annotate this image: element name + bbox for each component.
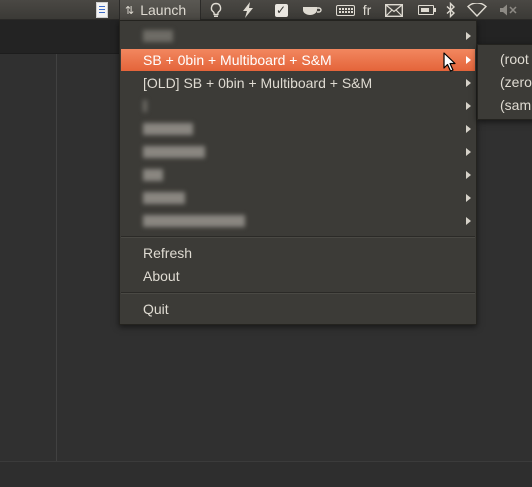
menu-item-redacted[interactable] — [121, 25, 475, 47]
submenu-item[interactable]: (root — [478, 48, 529, 70]
language-indicator[interactable]: fr — [357, 0, 377, 20]
status-strip — [0, 462, 532, 487]
lightning-icon[interactable] — [238, 0, 258, 20]
submenu-arrow-icon — [466, 148, 471, 156]
menu-item-sb-0bin-multiboard[interactable]: SB + 0bin + Multiboard + S&M — [121, 49, 475, 71]
menu-item-label: About — [143, 268, 180, 284]
submenu: (root (zero (sam — [477, 44, 532, 120]
volume-muted-icon[interactable] — [497, 0, 521, 20]
top-panel: ⇅ Launch ✓ fr — [0, 0, 532, 20]
bluetooth-icon[interactable] — [443, 0, 459, 20]
menu-separator — [121, 236, 475, 238]
menu-separator — [121, 292, 475, 294]
editor-gutter-divider — [56, 54, 57, 487]
submenu-arrow-icon — [466, 171, 471, 179]
menu-item-label: [OLD] SB + 0bin + Multiboard + S&M — [143, 75, 373, 91]
menu-item-redacted[interactable] — [121, 95, 475, 117]
desktop: ⇅ Launch ✓ fr SB + 0bin + Multiboard + S… — [0, 0, 532, 487]
wifi-icon[interactable] — [466, 0, 488, 20]
launch-menu: SB + 0bin + Multiboard + S&M [OLD] SB + … — [119, 20, 477, 325]
launch-label: Launch — [140, 2, 187, 18]
submenu-arrow-icon — [466, 217, 471, 225]
menu-item-label: Quit — [143, 301, 169, 317]
submenu-arrow-icon — [466, 125, 471, 133]
submenu-item[interactable]: (sam — [478, 94, 531, 116]
mouse-cursor-icon — [443, 52, 457, 72]
menu-item-redacted[interactable] — [121, 118, 475, 140]
keyboard-icon[interactable] — [333, 0, 357, 20]
submenu-arrow-icon — [466, 79, 471, 87]
menu-item-redacted[interactable] — [121, 164, 475, 186]
menu-item-about[interactable]: About — [121, 265, 475, 287]
menu-item-redacted[interactable] — [121, 187, 475, 209]
submenu-arrow-icon — [466, 32, 471, 40]
launch-icon: ⇅ — [125, 3, 134, 17]
submenu-arrow-icon — [466, 194, 471, 202]
battery-icon[interactable] — [415, 0, 437, 20]
submenu-arrow-icon — [466, 102, 471, 110]
lightbulb-icon[interactable] — [205, 0, 227, 20]
document-icon[interactable] — [93, 0, 111, 20]
submenu-arrow-icon — [466, 56, 471, 64]
menu-item-label: SB + 0bin + Multiboard + S&M — [143, 52, 332, 68]
menu-item-redacted[interactable] — [121, 210, 475, 232]
menu-item-quit[interactable]: Quit — [121, 298, 475, 320]
menu-item-label: Refresh — [143, 245, 193, 261]
launch-indicator[interactable]: ⇅ Launch — [119, 0, 201, 20]
menu-item-refresh[interactable]: Refresh — [121, 242, 475, 264]
menu-item-redacted[interactable] — [121, 141, 475, 163]
coffee-cup-icon[interactable] — [300, 0, 324, 20]
menu-item-old-sb-0bin-multiboard[interactable]: [OLD] SB + 0bin + Multiboard + S&M — [121, 72, 475, 94]
submenu-item[interactable]: (zero — [478, 71, 532, 93]
checkbox-icon[interactable]: ✓ — [271, 0, 291, 20]
mail-icon[interactable] — [383, 0, 405, 20]
